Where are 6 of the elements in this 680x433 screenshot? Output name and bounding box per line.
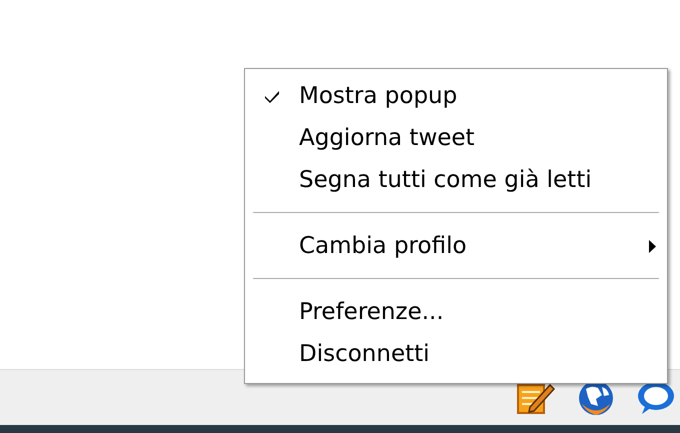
menu-item[interactable]: Disconnetti: [299, 341, 430, 367]
menu-item[interactable]: Cambia profilo: [299, 233, 467, 259]
menu-item[interactable]: Mostra popup: [299, 83, 458, 109]
menu-item[interactable]: Preferenze...: [299, 299, 444, 325]
menu-item[interactable]: Segna tutti come già letti: [299, 167, 592, 193]
menu-item[interactable]: Aggiorna tweet: [299, 125, 475, 151]
